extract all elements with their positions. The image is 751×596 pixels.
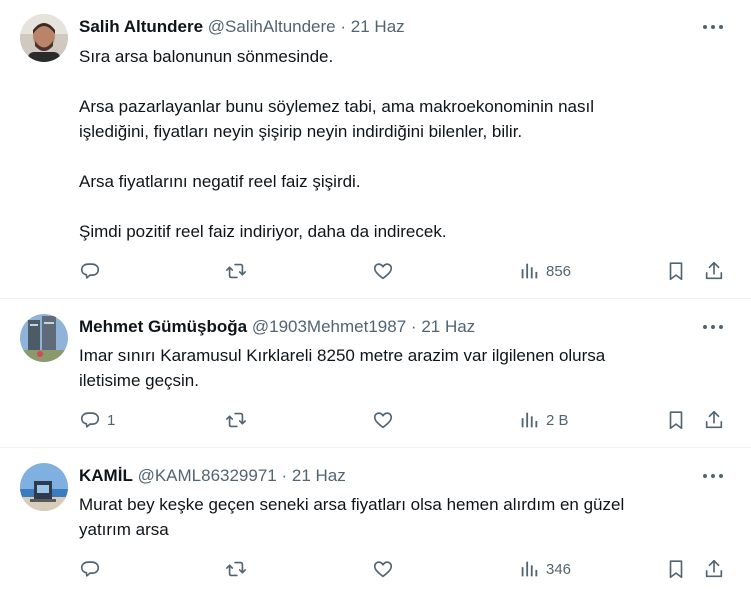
reply-icon: [80, 561, 100, 577]
tweet-header: Salih Altundere @SalihAltundere · 21 Haz: [79, 15, 735, 39]
reply-button[interactable]: 1: [79, 408, 115, 432]
bookmark-icon: [669, 262, 683, 281]
tweet-paragraph: yatırım arsa: [79, 520, 169, 539]
separator-dot: ·: [410, 317, 417, 336]
views-icon: [521, 412, 538, 428]
more-icon[interactable]: [703, 315, 725, 339]
reply-button[interactable]: [79, 259, 107, 283]
avatar[interactable]: [20, 314, 68, 362]
tweet-paragraph: Arsa pazarlayanlar bunu söylemez tabi, a…: [79, 97, 594, 116]
tweet-actions: 1 2 B: [79, 408, 741, 432]
heart-icon: [373, 412, 393, 429]
bookmark-icon: [669, 411, 683, 430]
tweet[interactable]: Mehmet Gümüşboğa @1903Mehmet1987 · 21 Ha…: [0, 299, 751, 448]
views-button[interactable]: 2 B: [518, 408, 569, 432]
author-name[interactable]: Salih Altundere: [79, 17, 203, 36]
tweet-actions: 346: [79, 557, 741, 581]
views-button[interactable]: 346: [518, 557, 571, 581]
tweet-header: KAMİL @KAML86329971 · 21 Haz: [79, 464, 735, 488]
more-icon[interactable]: [703, 15, 725, 39]
author-handle[interactable]: @KAML86329971: [138, 466, 277, 485]
like-button[interactable]: [372, 259, 400, 283]
views-icon: [521, 561, 538, 577]
like-button[interactable]: [372, 557, 400, 581]
tweet-paragraph: işlediğini, fiyatları neyin şişirip neyi…: [79, 122, 523, 141]
retweet-icon: [226, 263, 246, 279]
tweet-paragraph: Sıra arsa balonunun sönmesinde.: [79, 47, 334, 66]
share-icon: [705, 559, 723, 578]
tweet-actions: 856: [79, 259, 741, 283]
tweet-paragraph: Imar sınırı Karamusul Kırklareli 8250 me…: [79, 346, 606, 365]
share-button[interactable]: [703, 259, 725, 283]
tweet[interactable]: Salih Altundere @SalihAltundere · 21 Haz…: [0, 0, 751, 299]
author-handle[interactable]: @1903Mehmet1987: [252, 317, 406, 336]
retweet-icon: [226, 412, 246, 428]
heart-icon: [373, 263, 393, 280]
tweet-text: Imar sınırı Karamusul Kırklareli 8250 me…: [79, 343, 735, 393]
tweet[interactable]: KAMİL @KAML86329971 · 21 Haz Murat bey k…: [0, 448, 751, 596]
reply-button[interactable]: [79, 557, 107, 581]
bookmark-button[interactable]: [665, 408, 687, 432]
more-icon[interactable]: [703, 464, 725, 488]
separator-dot: ·: [340, 17, 347, 36]
author-handle[interactable]: @SalihAltundere: [208, 17, 336, 36]
separator-dot: ·: [281, 466, 288, 485]
like-button[interactable]: [372, 408, 400, 432]
share-icon: [705, 261, 723, 280]
retweet-button[interactable]: [225, 408, 253, 432]
tweet-header: Mehmet Gümüşboğa @1903Mehmet1987 · 21 Ha…: [79, 315, 735, 339]
reply-icon: [80, 263, 100, 279]
share-icon: [705, 410, 723, 429]
tweet-text: Sıra arsa balonunun sönmesinde. Arsa paz…: [79, 44, 735, 244]
retweet-button[interactable]: [225, 259, 253, 283]
retweet-button[interactable]: [225, 557, 253, 581]
tweet-text: Murat bey keşke geçen seneki arsa fiyatl…: [79, 492, 735, 542]
reply-count: 1: [107, 411, 116, 429]
bookmark-button[interactable]: [665, 557, 687, 581]
tweet-paragraph: iletisime geçsin.: [79, 371, 199, 390]
views-count: 2 B: [546, 411, 569, 429]
share-button[interactable]: [703, 557, 725, 581]
tweet-paragraph: Murat bey keşke geçen seneki arsa fiyatl…: [79, 495, 625, 514]
views-count: 856: [546, 262, 572, 280]
retweet-icon: [226, 561, 246, 577]
tweet-paragraph: Arsa fiyatlarını negatif reel faiz şişir…: [79, 172, 361, 191]
bookmark-button[interactable]: [665, 259, 687, 283]
tweet-date[interactable]: 21 Haz: [421, 317, 475, 336]
reply-icon: [80, 412, 100, 428]
author-name[interactable]: Mehmet Gümüşboğa: [79, 317, 247, 336]
author-name[interactable]: KAMİL: [79, 466, 133, 485]
bookmark-icon: [669, 560, 683, 579]
avatar[interactable]: [20, 14, 68, 62]
tweet-date[interactable]: 21 Haz: [351, 17, 405, 36]
heart-icon: [373, 561, 393, 578]
tweet-date[interactable]: 21 Haz: [292, 466, 346, 485]
share-button[interactable]: [703, 408, 725, 432]
views-icon: [521, 263, 538, 279]
reply-feed: Salih Altundere @SalihAltundere · 21 Haz…: [0, 0, 751, 596]
avatar[interactable]: [20, 463, 68, 511]
views-count: 346: [546, 560, 572, 578]
tweet-paragraph: Şimdi pozitif reel faiz indiriyor, daha …: [79, 222, 447, 241]
views-button[interactable]: 856: [518, 259, 571, 283]
